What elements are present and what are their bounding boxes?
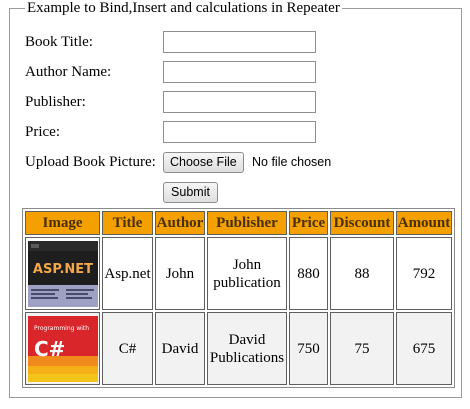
price-label: Price: [25, 124, 60, 140]
column-header-author: Author [155, 211, 205, 235]
publisher-label: Publisher: [25, 94, 86, 110]
csharp-cover-top-text: Programming with [34, 325, 89, 332]
column-header-title: Title [102, 211, 153, 235]
book-publisher-cell: John publication [207, 237, 287, 310]
column-header-publisher: Publisher [207, 211, 287, 235]
table-row: Programming with C# C# David David Publi… [25, 312, 452, 385]
upload-book-picture-label: Upload Book Picture: [25, 154, 156, 170]
submit-button[interactable]: Submit [163, 182, 218, 203]
book-title-label: Book Title: [25, 34, 93, 50]
author-name-input[interactable] [163, 61, 316, 83]
book-discount-cell: 75 [330, 312, 394, 385]
books-repeater-table: Image Title Author Publisher Price Disco… [22, 208, 455, 388]
table-row: ASP.NET Asp.net John John publication 88… [25, 237, 452, 310]
column-header-amount: Amount [396, 211, 452, 235]
aspnet-book-cover-icon: ASP.NET [27, 240, 98, 307]
book-discount-cell: 88 [330, 237, 394, 310]
column-header-image: Image [25, 211, 100, 235]
book-title-cell: C# [102, 312, 153, 385]
book-title-input[interactable] [163, 31, 316, 53]
price-input[interactable] [163, 121, 316, 143]
book-author-cell: David [155, 312, 205, 385]
column-header-discount: Discount [330, 211, 394, 235]
file-status-text: No file chosen [252, 155, 332, 169]
fieldset-legend: Example to Bind,Insert and calculations … [25, 0, 342, 17]
csharp-book-cover-icon: Programming with C# [27, 315, 98, 382]
book-price-cell: 880 [289, 237, 328, 310]
book-author-cell: John [155, 237, 205, 310]
book-title-cell: Asp.net [102, 237, 153, 310]
book-amount-cell: 675 [396, 312, 452, 385]
publisher-input[interactable] [163, 91, 316, 113]
book-publisher-cell: David Publications [207, 312, 287, 385]
csharp-cover-logo: C# [34, 337, 65, 361]
aspnet-cover-logo: ASP.NET [32, 262, 92, 277]
column-header-price: Price [289, 211, 328, 235]
book-image-cell: ASP.NET [25, 237, 100, 310]
table-header-row: Image Title Author Publisher Price Disco… [25, 211, 452, 235]
book-price-cell: 750 [289, 312, 328, 385]
book-amount-cell: 792 [396, 237, 452, 310]
choose-file-button[interactable]: Choose File [163, 152, 244, 173]
author-name-label: Author Name: [25, 64, 112, 80]
book-image-cell: Programming with C# [25, 312, 100, 385]
